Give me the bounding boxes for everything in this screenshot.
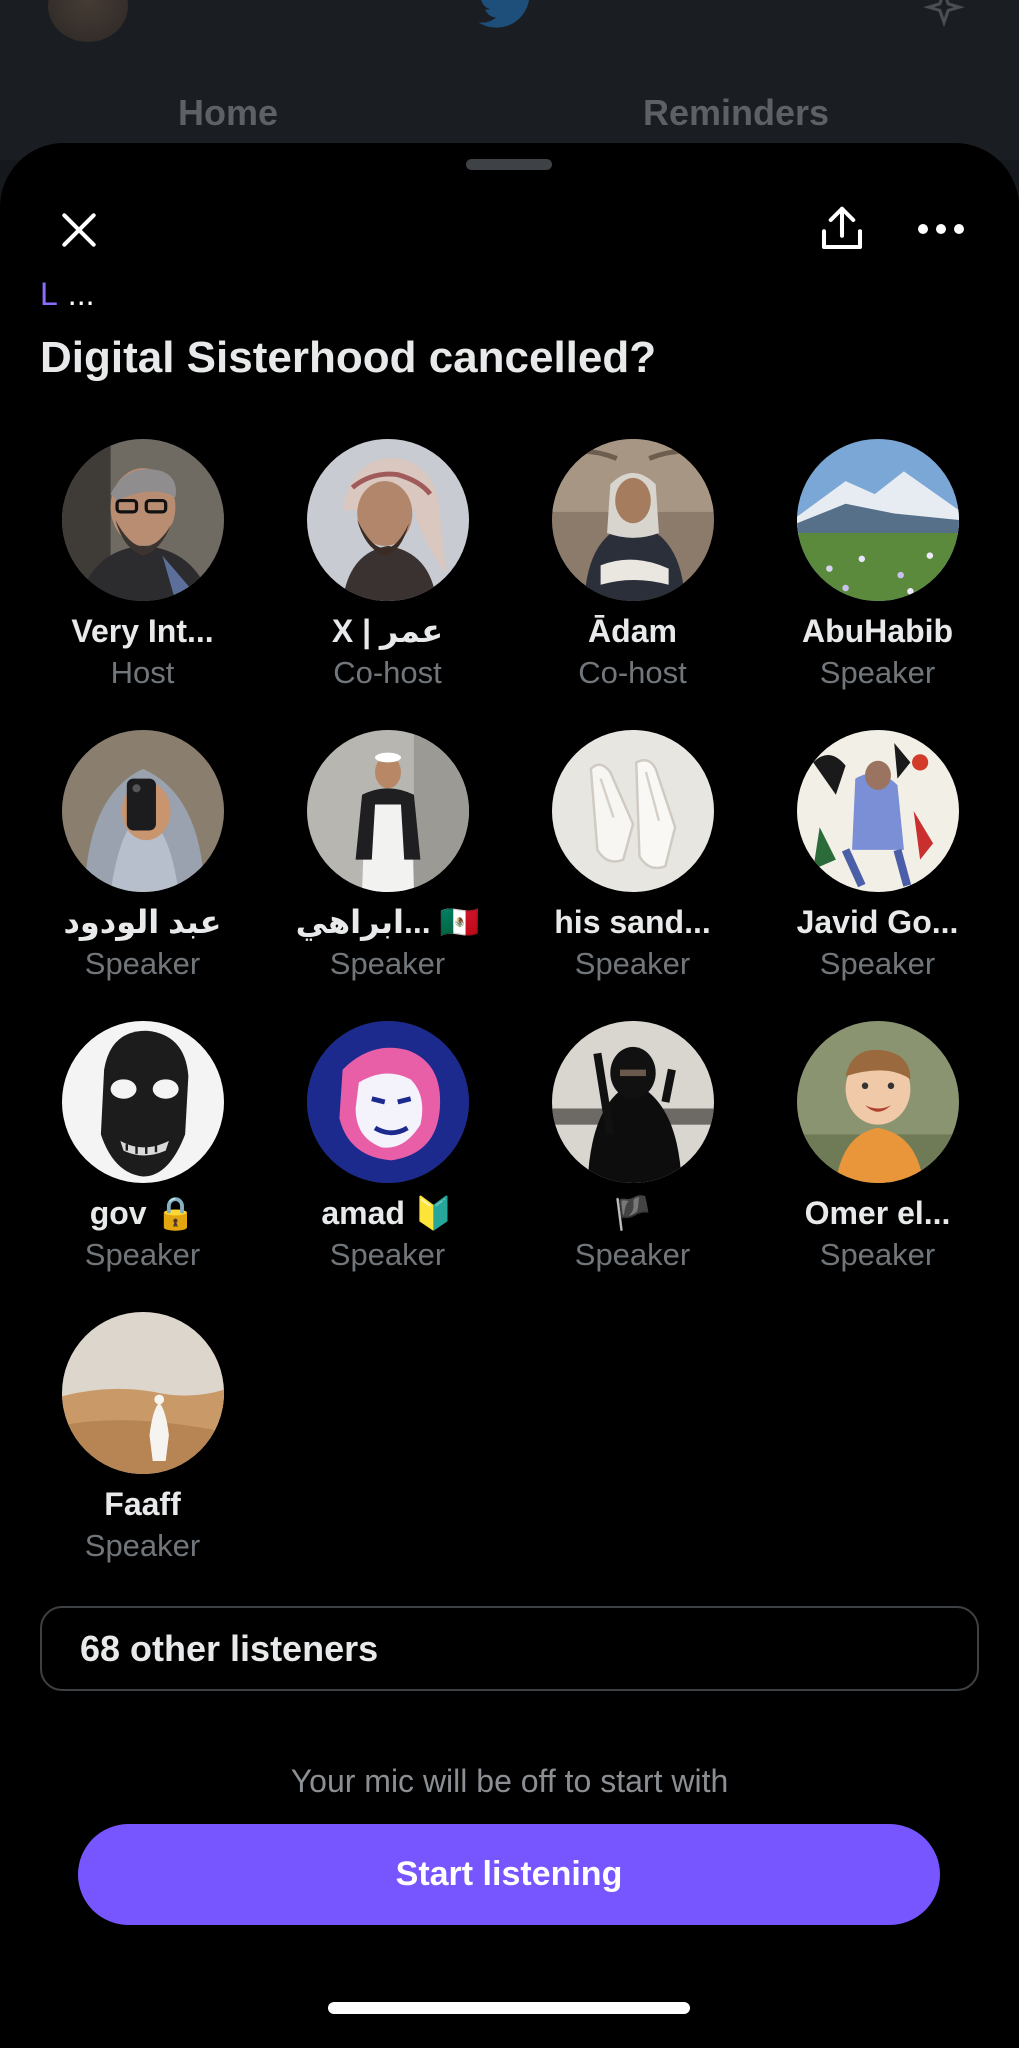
participant-role: Speaker <box>84 1237 201 1272</box>
man-shemagh-icon <box>306 439 469 601</box>
participant-role: Co-host <box>333 655 442 690</box>
start-listening-button[interactable]: Start listening <box>78 1824 940 1925</box>
topic-tag-letter: L <box>40 276 58 312</box>
participant-name: AbuHabib <box>801 613 954 649</box>
space-sheet: L... Digital Sisterhood cancelled? Very … <box>0 143 1019 2048</box>
participant[interactable]: عبد الودود Speaker <box>20 730 265 1021</box>
participant-role: Speaker <box>819 1237 936 1272</box>
avatar[interactable] <box>306 439 469 601</box>
participant[interactable]: Ādam Co-host <box>510 439 755 730</box>
participant-name: Omer el... <box>804 1195 951 1231</box>
participant-name: Ādam <box>588 613 677 649</box>
topic-tag-more: ... <box>67 276 95 312</box>
participant[interactable]: ابراهي... 🇲🇽 Speaker <box>265 730 510 1021</box>
man-white-thobe-icon <box>306 730 469 892</box>
participant-role: Speaker <box>819 655 936 690</box>
participant-name: Very Int... <box>71 613 214 649</box>
mountain-meadow-icon <box>796 439 959 601</box>
share-button[interactable] <box>802 189 882 269</box>
sparkle-icon <box>923 0 965 28</box>
avatar[interactable] <box>551 439 714 601</box>
participant-name: his sand... <box>554 904 711 940</box>
participant-name: gov 🔒 <box>89 1195 196 1231</box>
avatar[interactable] <box>61 1312 224 1474</box>
desert-figure-icon <box>61 1312 224 1474</box>
space-preview-screen: Home Reminders L... Digital Sisterhood c… <box>0 0 1019 2048</box>
tab-reminders: Reminders <box>643 92 830 133</box>
participant-role: Speaker <box>574 946 691 981</box>
participant-role: Host <box>110 655 175 690</box>
mic-off-note: Your mic will be off to start with <box>290 1763 729 1799</box>
avatar[interactable] <box>551 730 714 892</box>
home-indicator <box>328 2002 690 2014</box>
avatar[interactable] <box>306 1021 469 1183</box>
avatar[interactable] <box>796 439 959 601</box>
participant-role: Co-host <box>578 655 687 690</box>
dark-figure-icon <box>551 1021 714 1183</box>
avatar[interactable] <box>796 730 959 892</box>
avatar[interactable] <box>551 1021 714 1183</box>
white-gloves-icon <box>551 730 714 892</box>
participants-grid: Very Int... Host X | عمر Co-host Ādam Co… <box>20 439 1000 1603</box>
close-button[interactable] <box>44 195 114 265</box>
child-smiling-icon <box>796 1021 959 1183</box>
avatar[interactable] <box>61 730 224 892</box>
participant[interactable]: his sand... Speaker <box>510 730 755 1021</box>
participant-role: Speaker <box>329 946 446 981</box>
participant-name: Javid Go... <box>796 904 959 940</box>
background-app-header: Home Reminders <box>0 0 1019 160</box>
man-glasses-beard-icon <box>61 439 224 601</box>
participant-name: amad 🔰 <box>321 1195 454 1231</box>
share-icon <box>821 206 863 250</box>
space-title: Digital Sisterhood cancelled? <box>40 333 657 382</box>
illustration-art-icon <box>796 730 959 892</box>
participant[interactable]: gov 🔒 Speaker <box>20 1021 265 1312</box>
participant[interactable]: Faaff Speaker <box>20 1312 265 1603</box>
participant[interactable]: X | عمر Co-host <box>265 439 510 730</box>
participant-name: X | عمر <box>331 613 444 649</box>
participant-role: Speaker <box>84 946 201 981</box>
avatar[interactable] <box>796 1021 959 1183</box>
avatar[interactable] <box>61 1021 224 1183</box>
participant[interactable]: Omer el... Speaker <box>755 1021 1000 1312</box>
other-listeners-button[interactable]: 68 other listeners <box>40 1606 979 1691</box>
participant-role: Speaker <box>574 1237 691 1272</box>
more-options-button[interactable] <box>906 189 976 269</box>
participant[interactable]: Very Int... Host <box>20 439 265 730</box>
participant[interactable]: amad 🔰 Speaker <box>265 1021 510 1312</box>
twitter-bird-icon <box>478 0 530 28</box>
close-icon <box>62 213 96 247</box>
mirror-selfie-icon <box>61 730 224 892</box>
avatar[interactable] <box>306 730 469 892</box>
participant-name: عبد الودود <box>63 904 222 940</box>
participant-role: Speaker <box>819 946 936 981</box>
tab-home: Home <box>178 92 279 133</box>
participant[interactable]: 🏴 Speaker <box>510 1021 755 1312</box>
profile-avatar <box>48 0 128 42</box>
participant-name: 🏴 <box>612 1195 653 1231</box>
participant-role: Speaker <box>329 1237 446 1272</box>
black-mask-icon <box>61 1021 224 1183</box>
participant-role: Speaker <box>84 1528 201 1563</box>
participant[interactable]: AbuHabib Speaker <box>755 439 1000 730</box>
sheet-grabber[interactable] <box>466 159 552 170</box>
man-seated-robe-icon <box>551 439 714 601</box>
space-topic-tag[interactable]: L... <box>40 276 94 313</box>
more-icon <box>918 224 964 234</box>
participant-name: ابراهي... 🇲🇽 <box>295 904 480 940</box>
participant-name: Faaff <box>104 1486 181 1522</box>
lion-logo-icon <box>306 1021 469 1183</box>
avatar[interactable] <box>61 439 224 601</box>
participant[interactable]: Javid Go... Speaker <box>755 730 1000 1021</box>
